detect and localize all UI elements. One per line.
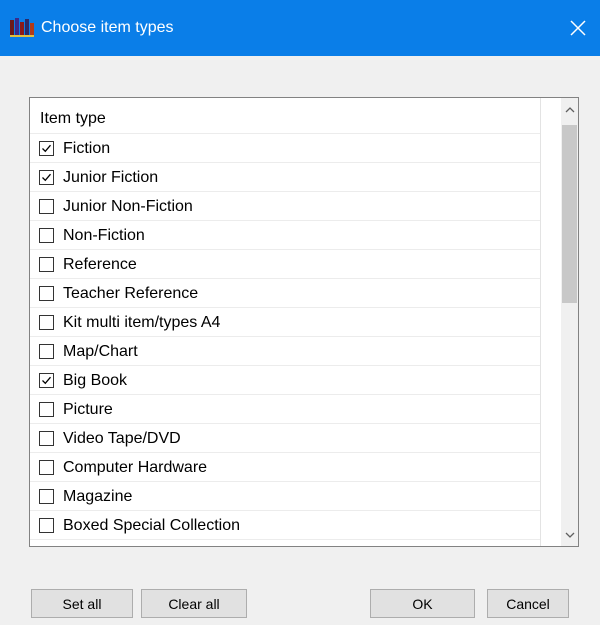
app-logo-icon — [10, 17, 34, 37]
list-item[interactable]: Boxed Special Collection — [30, 511, 540, 540]
list-item-label: Junior Non-Fiction — [63, 198, 193, 215]
list-item-label: Teacher Reference — [63, 285, 199, 302]
list-item-label: Boxed Special Collection — [63, 517, 240, 534]
title-bar: Choose item types — [0, 0, 600, 56]
checkbox-unchecked[interactable] — [39, 199, 54, 214]
checkbox-unchecked[interactable] — [39, 489, 54, 504]
list-item-label: Fiction — [63, 140, 111, 157]
column-header-item-type: Item type — [40, 110, 106, 127]
list-content: Item type Fiction Junior Fiction Junior No… — [30, 98, 540, 546]
scroll-thumb[interactable] — [562, 125, 577, 303]
window-title: Choose item types — [41, 19, 174, 36]
checkbox-unchecked[interactable] — [39, 315, 54, 330]
column-separator — [540, 98, 541, 546]
list-item[interactable]: Teacher Reference — [30, 279, 540, 308]
list-item-label: Junior Fiction — [63, 169, 159, 186]
list-item[interactable]: Computer Hardware — [30, 453, 540, 482]
item-type-list[interactable]: Item type Fiction Junior Fiction Junior No… — [29, 97, 579, 547]
list-item-label: Video Tape/DVD — [63, 430, 181, 447]
close-icon — [570, 20, 586, 36]
checkbox-unchecked[interactable] — [39, 286, 54, 301]
list-item[interactable]: Big Book — [30, 366, 540, 395]
close-button[interactable] — [556, 6, 600, 50]
checkmark-icon — [42, 376, 51, 385]
list-item[interactable]: Junior Fiction — [30, 163, 540, 192]
list-item-label: Map/Chart — [63, 343, 138, 360]
chevron-up-icon — [565, 106, 574, 112]
checkbox-checked[interactable] — [39, 141, 54, 156]
list-item[interactable]: Reference — [30, 250, 540, 279]
checkbox-unchecked[interactable] — [39, 460, 54, 475]
list-item[interactable]: Non-Fiction — [30, 221, 540, 250]
checkbox-checked[interactable] — [39, 170, 54, 185]
list-item[interactable]: Magazine — [30, 482, 540, 511]
list-item-label: Big Book — [63, 372, 128, 389]
list-header: Item type — [30, 98, 540, 134]
list-item[interactable]: Picture — [30, 395, 540, 424]
list-item-label: Magazine — [63, 488, 133, 505]
list-item[interactable]: Video Tape/DVD — [30, 424, 540, 453]
list-item-label: Kit multi item/types A4 — [63, 314, 221, 331]
checkbox-unchecked[interactable] — [39, 402, 54, 417]
scroll-up-button[interactable] — [561, 101, 578, 118]
chevron-down-icon — [565, 532, 574, 538]
list-item-label: Computer Hardware — [63, 459, 208, 476]
checkbox-unchecked[interactable] — [39, 344, 54, 359]
list-item-label: Picture — [63, 401, 113, 418]
checkbox-unchecked[interactable] — [39, 431, 54, 446]
cancel-button[interactable]: Cancel — [487, 589, 569, 618]
ok-button[interactable]: OK — [370, 589, 475, 618]
checkmark-icon — [42, 144, 51, 153]
list-item[interactable]: Map/Chart — [30, 337, 540, 366]
list-item[interactable]: Junior Non-Fiction — [30, 192, 540, 221]
checkmark-icon — [42, 173, 51, 182]
list-item[interactable]: Fiction — [30, 134, 540, 163]
checkbox-checked[interactable] — [39, 373, 54, 388]
checkbox-unchecked[interactable] — [39, 228, 54, 243]
list-item-label: Reference — [63, 256, 137, 273]
checkbox-unchecked[interactable] — [39, 518, 54, 533]
vertical-scrollbar[interactable] — [561, 98, 578, 546]
clear-all-button[interactable]: Clear all — [141, 589, 247, 618]
scroll-down-button[interactable] — [561, 526, 578, 543]
list-item-label: Non-Fiction — [63, 227, 145, 244]
list-item[interactable]: Kit multi item/types A4 — [30, 308, 540, 337]
set-all-button[interactable]: Set all — [31, 589, 133, 618]
checkbox-unchecked[interactable] — [39, 257, 54, 272]
